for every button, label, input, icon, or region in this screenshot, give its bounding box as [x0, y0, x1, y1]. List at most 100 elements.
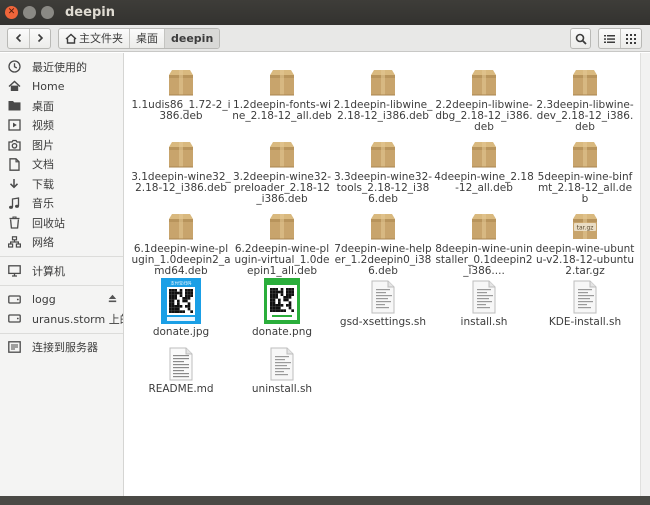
- package-icon: [333, 135, 433, 169]
- scrollbar[interactable]: [640, 53, 650, 496]
- sidebar-item[interactable]: 视频: [0, 116, 123, 136]
- package-icon: [434, 63, 534, 97]
- file-item[interactable]: 4deepin-wine_2.18-12_all.deb: [434, 135, 534, 194]
- file-name: KDE-install.sh: [548, 316, 622, 328]
- breadcrumb-label: deepin: [171, 31, 214, 45]
- script-file-icon: [434, 278, 534, 314]
- file-item[interactable]: 3.3deepin-wine32-tools_2.18-12_i386.deb: [333, 135, 433, 205]
- maximize-window-button[interactable]: [41, 6, 54, 19]
- package-icon: [232, 63, 332, 97]
- breadcrumb-current[interactable]: deepin: [165, 28, 220, 48]
- file-item[interactable]: 6.2deepin-wine-plugin-virtual_1.0deepin1…: [232, 207, 332, 277]
- close-window-button[interactable]: ✕: [5, 6, 18, 19]
- chevron-left-icon: [15, 33, 21, 43]
- file-name: 2.3deepin-libwine-dev_2.18-12_i386.deb: [536, 99, 634, 133]
- eject-icon: [108, 294, 117, 302]
- sidebar-item[interactable]: 音乐: [0, 194, 123, 214]
- sidebar-item[interactable]: 最近使用的: [0, 57, 123, 77]
- image-thumbnail-icon: 支付宝扫码: [131, 278, 231, 324]
- file-name: 2.1deepin-libwine_2.18-12_i386.deb: [333, 99, 433, 122]
- toolbar-actions: [570, 28, 642, 49]
- file-name: 8deepin-wine-uninstaller_0.1deepin2_i386…: [435, 243, 533, 277]
- file-name: 6.2deepin-wine-plugin-virtual_1.0deepin1…: [234, 243, 330, 277]
- file-item[interactable]: 3.2deepin-wine32-preloader_2.18-12_i386.…: [232, 135, 332, 205]
- sidebar-item[interactable]: Home: [0, 77, 123, 97]
- breadcrumb-home[interactable]: 主文件夹: [59, 28, 130, 48]
- computer-icon: [7, 264, 21, 278]
- sidebar-divider: [0, 256, 123, 257]
- file-name: 3.2deepin-wine32-preloader_2.18-12_i386.…: [232, 171, 332, 205]
- package-icon: [232, 135, 332, 169]
- sidebar-item-label: Home: [32, 79, 65, 93]
- sidebar-divider: [0, 332, 123, 334]
- file-item[interactable]: 5deepin-wine-binfmt_2.18-12_all.deb: [535, 135, 635, 205]
- eject-button[interactable]: [108, 293, 117, 306]
- file-item[interactable]: 1.1udis86_1.72-2_i386.deb: [131, 63, 231, 122]
- file-item[interactable]: 8deepin-wine-uninstaller_0.1deepin2_i386…: [434, 207, 534, 277]
- file-item[interactable]: tar.gz deepin-wine-ubuntu-v2.18-12-ubunt…: [535, 207, 635, 277]
- sidebar-item-label: 连接到服务器: [32, 341, 98, 355]
- sidebar-item[interactable]: 文档: [0, 155, 123, 175]
- sidebar-item[interactable]: uranus.storm 上的 ...: [0, 309, 123, 329]
- breadcrumb-label: 桌面: [136, 32, 158, 45]
- sidebar-item[interactable]: 回收站: [0, 213, 123, 233]
- sidebar-item[interactable]: 图片: [0, 135, 123, 155]
- grid-view-button[interactable]: [620, 29, 641, 48]
- camera-icon: [7, 138, 21, 152]
- package-icon: [535, 135, 635, 169]
- home-icon: [65, 33, 77, 44]
- file-item[interactable]: 1.2deepin-fonts-wine_2.18-12_all.deb: [232, 63, 332, 122]
- file-item[interactable]: 7deepin-wine-helper_1.2deepin0_i386.deb: [333, 207, 433, 277]
- chevron-right-icon: [37, 33, 44, 43]
- package-icon: [131, 135, 231, 169]
- file-item[interactable]: 2.1deepin-libwine_2.18-12_i386.deb: [333, 63, 433, 122]
- sidebar-item[interactable]: 网络: [0, 233, 123, 253]
- list-icon: [604, 34, 615, 43]
- list-view-button[interactable]: [599, 29, 620, 48]
- file-item[interactable]: gsd-xsettings.sh: [333, 278, 433, 328]
- file-item[interactable]: donate.png: [232, 278, 332, 338]
- sidebar-item[interactable]: 下载: [0, 174, 123, 194]
- file-name: 5deepin-wine-binfmt_2.18-12_all.deb: [537, 171, 633, 205]
- file-item[interactable]: README.md: [131, 345, 231, 395]
- title-bar: ✕ deepin: [0, 0, 650, 25]
- drive-icon: [7, 292, 21, 306]
- search-button[interactable]: [570, 28, 591, 49]
- image-thumbnail-icon: [232, 278, 332, 324]
- forward-button[interactable]: [29, 28, 50, 48]
- file-name: 6.1deepin-wine-plugin_1.0deepin2_amd64.d…: [131, 243, 231, 277]
- server-icon: [7, 340, 21, 354]
- sidebar-item[interactable]: 桌面: [0, 96, 123, 116]
- file-item[interactable]: uninstall.sh: [232, 345, 332, 395]
- file-item[interactable]: 支付宝扫码 donate.jpg: [131, 278, 231, 338]
- file-name: donate.jpg: [152, 326, 210, 338]
- sidebar-item-label: 最近使用的: [32, 60, 87, 74]
- file-item[interactable]: 6.1deepin-wine-plugin_1.0deepin2_amd64.d…: [131, 207, 231, 277]
- package-icon: [333, 207, 433, 241]
- navigation-buttons: [7, 27, 51, 49]
- breadcrumb-desktop[interactable]: 桌面: [130, 28, 165, 48]
- sidebar-item[interactable]: 计算机: [0, 261, 123, 281]
- clock-icon: [7, 60, 21, 74]
- sidebar-item-label: 下载: [32, 177, 54, 191]
- document-icon: [7, 157, 21, 171]
- file-item[interactable]: 2.3deepin-libwine-dev_2.18-12_i386.deb: [535, 63, 635, 133]
- file-item[interactable]: 2.2deepin-libwine-dbg_2.18-12_i386.deb: [434, 63, 534, 133]
- file-name: 4deepin-wine_2.18-12_all.deb: [434, 171, 534, 194]
- file-item[interactable]: install.sh: [434, 278, 534, 328]
- back-button[interactable]: [8, 29, 29, 48]
- sidebar-item-label: 网络: [32, 236, 54, 250]
- file-item[interactable]: KDE-install.sh: [535, 278, 635, 328]
- package-icon: [434, 135, 534, 169]
- sidebar-item-label: 图片: [32, 138, 54, 152]
- minimize-window-button[interactable]: [23, 6, 36, 19]
- sidebar-item[interactable]: logg: [0, 290, 123, 310]
- file-name: 2.2deepin-libwine-dbg_2.18-12_i386.deb: [435, 99, 533, 133]
- video-icon: [7, 118, 21, 132]
- file-name: 1.2deepin-fonts-wine_2.18-12_all.deb: [232, 99, 332, 122]
- breadcrumb: 主文件夹 桌面 deepin: [58, 27, 221, 49]
- file-item[interactable]: 3.1deepin-wine32_2.18-12_i386.deb: [131, 135, 231, 194]
- svg-text:支付宝扫码: 支付宝扫码: [171, 280, 192, 287]
- sidebar-item[interactable]: 连接到服务器: [0, 338, 123, 358]
- script-file-icon: [535, 278, 635, 314]
